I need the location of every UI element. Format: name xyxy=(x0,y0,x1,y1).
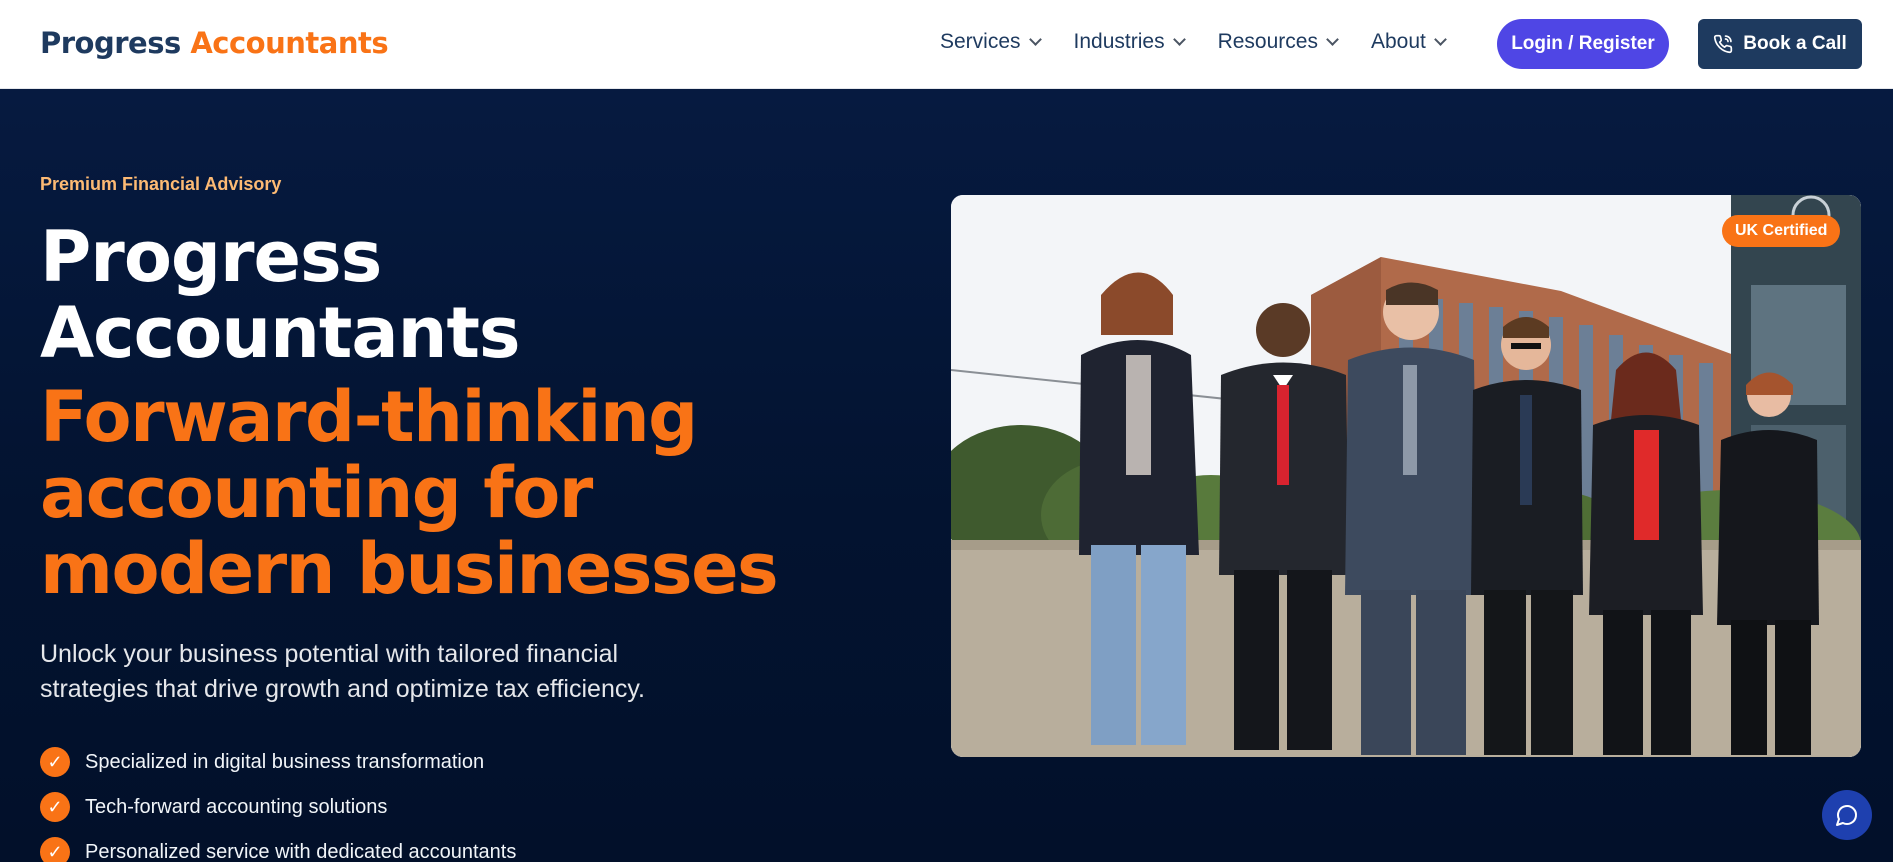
nav-item-label: Services xyxy=(940,30,1021,53)
nav-item-label: Resources xyxy=(1217,30,1318,53)
brand-logo[interactable]: Progress Accountants xyxy=(40,26,389,60)
feature-list: ✓ Specialized in digital business transf… xyxy=(40,747,516,862)
chevron-down-icon xyxy=(1433,33,1447,46)
list-item: ✓ Tech-forward accounting solutions xyxy=(40,792,516,822)
phone-icon xyxy=(1714,34,1733,54)
chat-bubble-icon xyxy=(1836,805,1857,826)
feature-text: Personalized service with dedicated acco… xyxy=(85,840,517,862)
chevron-down-icon xyxy=(1028,33,1042,46)
nav-item-about[interactable]: About xyxy=(1370,30,1447,54)
hero-title-line: Progress xyxy=(40,216,382,298)
list-item: ✓ Specialized in digital business transf… xyxy=(40,747,516,777)
login-register-button[interactable]: Login / Register xyxy=(1497,19,1669,69)
team-photo xyxy=(951,195,1861,757)
hero-title-line: Accountants xyxy=(40,292,521,374)
hero-tagline-line: Forward-thinking xyxy=(40,376,698,458)
book-a-call-button[interactable]: Book a Call xyxy=(1698,19,1862,69)
nav-item-industries[interactable]: Industries xyxy=(1073,30,1186,54)
check-icon: ✓ xyxy=(40,792,70,822)
book-a-call-label: Book a Call xyxy=(1743,33,1847,54)
chat-button[interactable] xyxy=(1822,790,1872,840)
team-photo-illustration xyxy=(951,195,1861,757)
nav-item-label: Industries xyxy=(1073,30,1165,53)
site-header: Progress Accountants Services Industries… xyxy=(0,0,1893,89)
hero-title: Progress Accountants xyxy=(40,219,840,371)
uk-certified-badge: UK Certified xyxy=(1722,215,1841,247)
hero-eyebrow: Premium Financial Advisory xyxy=(40,174,282,194)
chevron-down-icon xyxy=(1326,33,1339,46)
feature-text: Specialized in digital business transfor… xyxy=(85,750,485,773)
main-nav: Services Industries Resources About xyxy=(940,30,1479,54)
nav-item-label: About xyxy=(1370,30,1426,53)
hero-tagline-line: modern businesses xyxy=(40,528,779,610)
chevron-down-icon xyxy=(1172,33,1186,46)
feature-text: Tech-forward accounting solutions xyxy=(85,795,388,818)
hero-tagline: Forward-thinking accounting for modern b… xyxy=(40,379,940,607)
hero-subtitle: Unlock your business potential with tail… xyxy=(40,637,760,707)
nav-item-resources[interactable]: Resources xyxy=(1217,30,1339,54)
brand-name-part2: Accountants xyxy=(190,26,389,60)
list-item: ✓ Personalized service with dedicated ac… xyxy=(40,837,516,862)
hero-subtitle-line: Unlock your business potential with tail… xyxy=(40,640,619,668)
nav-item-services[interactable]: Services xyxy=(940,30,1042,54)
hero-tagline-line: accounting for xyxy=(40,452,593,534)
check-icon: ✓ xyxy=(40,837,70,862)
check-icon: ✓ xyxy=(40,747,70,777)
hero-subtitle-line: strategies that drive growth and optimiz… xyxy=(40,675,645,703)
brand-name-part1: Progress xyxy=(40,26,181,60)
